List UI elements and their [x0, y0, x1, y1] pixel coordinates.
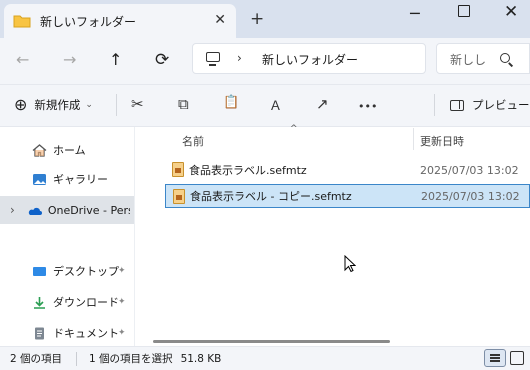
new-button-label: 新規作成 — [34, 97, 81, 112]
pin-icon[interactable]: ✦ — [118, 297, 126, 307]
sefmtz-file-icon — [173, 189, 185, 204]
gallery-icon — [32, 173, 47, 186]
file-name: 食品表示ラベル - コピー.sefmtz — [190, 190, 352, 203]
up-arrow-icon[interactable]: ↑ — [109, 50, 122, 69]
window-close-icon[interactable]: ✕ — [504, 2, 518, 22]
sidebar-item-desktop[interactable]: デスクトップ ✦ — [0, 257, 134, 285]
plus-circle-icon: ⊕ — [14, 95, 28, 114]
cut-icon[interactable]: ✂ — [131, 95, 144, 113]
sidebar-item-documents[interactable]: ドキュメント ✦ — [0, 319, 134, 347]
sidebar-item-label: ダウンロード — [53, 296, 119, 309]
column-divider[interactable] — [413, 128, 414, 150]
download-icon — [32, 296, 47, 309]
new-tab-icon[interactable]: + — [250, 9, 264, 29]
preview-button[interactable]: プレビュー — [450, 97, 530, 113]
more-options-icon[interactable]: ••• — [358, 100, 377, 113]
onedrive-icon — [27, 204, 42, 217]
refresh-icon[interactable]: ⟳ — [155, 50, 169, 70]
tab-new-folder[interactable]: 新しいフォルダー ✕ — [4, 4, 236, 38]
search-icon[interactable] — [500, 53, 510, 63]
tab-close-icon[interactable]: ✕ — [214, 12, 226, 28]
paste-icon[interactable]: 📋 — [223, 95, 239, 110]
pin-icon[interactable]: ✦ — [118, 328, 126, 338]
documents-icon — [32, 327, 47, 340]
sidebar-item-home[interactable]: ホーム — [0, 136, 134, 164]
sidebar-item-label: OneDrive - Perso — [47, 203, 130, 217]
sidebar-item-label: ギャラリー — [53, 173, 108, 186]
file-modified: 2025/07/03 13:02 — [420, 163, 519, 177]
search-placeholder: 新しし — [450, 53, 487, 67]
sidebar-item-label: ホーム — [53, 144, 86, 157]
selection-count: 1 個の項目を選択 — [89, 353, 173, 365]
desktop-icon — [32, 265, 47, 278]
selection-size: 51.8 KB — [180, 352, 222, 365]
rename-icon[interactable]: Ａ — [269, 95, 282, 114]
item-count: 2 個の項目 — [10, 353, 63, 365]
tab-title: 新しいフォルダー — [40, 14, 137, 29]
file-name: 食品表示ラベル.sefmtz — [189, 164, 307, 177]
tiles-view-icon[interactable] — [510, 351, 524, 365]
copy-icon[interactable]: ⧉ — [178, 95, 189, 113]
mouse-cursor-icon — [344, 254, 357, 276]
forward-arrow-icon[interactable]: → — [63, 50, 76, 69]
chevron-right-icon[interactable]: › — [237, 51, 242, 65]
sidebar-item-downloads[interactable]: ダウンロード ✦ — [0, 288, 134, 316]
folder-icon — [13, 14, 31, 28]
column-header-name[interactable]: 名前 — [182, 133, 204, 149]
back-arrow-icon[interactable]: ← — [16, 50, 29, 69]
command-separator — [116, 94, 117, 116]
file-row-selected[interactable]: 食品表示ラベル - コピー.sefmtz 2025/07/03 13:02 — [165, 184, 530, 208]
sidebar-item-label: ドキュメント — [53, 327, 119, 340]
chevron-down-icon: ⌄ — [85, 99, 93, 110]
sidebar-item-onedrive[interactable]: › OneDrive - Perso — [0, 196, 134, 224]
status-divider — [76, 351, 78, 366]
file-row[interactable]: 食品表示ラベル.sefmtz 2025/07/03 13:02 — [165, 158, 530, 182]
preview-label: プレビュー — [472, 98, 530, 112]
pin-icon[interactable]: ✦ — [118, 266, 126, 276]
sidebar-item-label: デスクトップ — [53, 265, 119, 278]
column-header-modified[interactable]: 更新日時 — [420, 133, 464, 149]
status-bar: 2 個の項目 1 個の項目を選択 51.8 KB — [0, 346, 530, 370]
preview-pane-icon — [450, 99, 464, 111]
maximize-icon[interactable] — [458, 5, 470, 17]
details-view-icon[interactable] — [484, 349, 506, 367]
address-path[interactable]: 新しいフォルダー — [262, 51, 358, 68]
sort-ascending-icon: ^ — [290, 124, 298, 134]
monitor-icon — [206, 52, 220, 66]
home-icon — [32, 143, 47, 157]
share-icon[interactable]: ↗ — [316, 95, 329, 113]
new-button[interactable]: ⊕ 新規作成 ⌄ — [14, 95, 93, 114]
command-separator — [434, 94, 435, 116]
sefmtz-file-icon — [172, 162, 184, 177]
sidebar-item-gallery[interactable]: ギャラリー — [0, 165, 134, 193]
horizontal-scrollbar[interactable] — [153, 340, 390, 343]
minimize-icon[interactable]: ─ — [410, 4, 420, 23]
file-modified: 2025/07/03 13:02 — [421, 189, 520, 203]
chevron-right-icon[interactable]: › — [10, 203, 15, 217]
